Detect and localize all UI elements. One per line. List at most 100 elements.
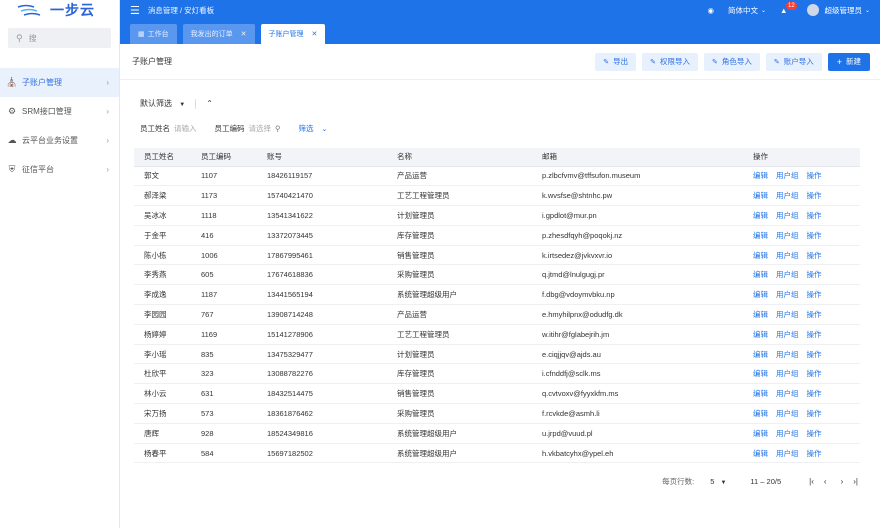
table-cell: 573	[191, 403, 257, 424]
collapse-icon[interactable]: ⌃	[206, 99, 213, 108]
tab-workbench[interactable]: ▦ 工作台	[130, 24, 177, 44]
language-selector[interactable]: 简体中文 ⌄	[728, 5, 766, 16]
user-group-link[interactable]: 用户组	[776, 290, 799, 299]
table-cell: 13475329477	[257, 344, 387, 365]
prev-page-icon[interactable]: ‹	[824, 477, 827, 486]
user-group-link[interactable]: 用户组	[776, 449, 799, 458]
user-group-link[interactable]: 用户组	[776, 429, 799, 438]
next-page-icon[interactable]: ›	[841, 477, 844, 486]
export-button[interactable]: ✎ 导出	[595, 52, 637, 71]
employee-code-field[interactable]: 员工编码 请选择 ⚲	[215, 123, 281, 134]
menu-toggle-icon[interactable]: ☰	[130, 4, 140, 17]
sidebar-item-credit-platform[interactable]: ⛨ 征信平台 ›	[0, 155, 119, 184]
close-icon[interactable]: ✕	[241, 30, 247, 38]
sidebar-menu: ⛪ 子账户管理 › ⚙ SRM接口管理 › ☁ 云平台业务设置 › ⛨ 征信平台…	[0, 68, 119, 184]
edit-link[interactable]: 编辑	[753, 389, 768, 398]
column-header[interactable]: 员工姓名	[134, 148, 191, 167]
user-group-link[interactable]: 用户组	[776, 409, 799, 418]
operate-link[interactable]: 操作	[807, 231, 822, 240]
import-accounts-button[interactable]: ✎ 账户导入	[765, 52, 822, 71]
shirt-icon[interactable]: ◉	[707, 6, 714, 15]
user-group-link[interactable]: 用户组	[776, 330, 799, 339]
edit-link[interactable]: 编辑	[753, 409, 768, 418]
filter-button[interactable]: 筛选 ⌄	[299, 123, 328, 134]
user-group-link[interactable]: 用户组	[776, 251, 799, 260]
sidebar-search-input[interactable]: ⚲ 搜	[8, 28, 111, 48]
edit-link[interactable]: 编辑	[753, 251, 768, 260]
operate-link[interactable]: 操作	[807, 251, 822, 260]
sidebar-item-cloud-settings[interactable]: ☁ 云平台业务设置 ›	[0, 126, 119, 155]
new-button[interactable]: + 新建	[827, 52, 870, 71]
notification-bell[interactable]: ▲ 12	[780, 1, 797, 15]
tab-sub-accounts[interactable]: 子账户管理 ✕	[260, 24, 326, 44]
table-row: 杨婷婷 1169 15141278906 工艺工程管理员 w.itihr@fglabej…	[134, 324, 860, 345]
interface-icon: ⚙	[7, 106, 17, 116]
tab-my-orders[interactable]: 我发出的订单 ✕	[182, 24, 255, 44]
operate-link[interactable]: 操作	[807, 171, 822, 180]
table-cell: 陈小栋	[134, 245, 191, 266]
column-header[interactable]: 邮箱	[532, 148, 743, 167]
operate-link[interactable]: 操作	[807, 409, 822, 418]
operate-link[interactable]: 操作	[807, 350, 822, 359]
edit-link[interactable]: 编辑	[753, 330, 768, 339]
button-label: 新建	[846, 57, 861, 66]
table-header-row: 员工姓名 员工编码 账号 名称 邮箱 操作	[134, 148, 860, 167]
sidebar-item-label: 征信平台	[22, 165, 54, 174]
edit-link[interactable]: 编辑	[753, 310, 768, 319]
user-group-link[interactable]: 用户组	[776, 369, 799, 378]
user-group-link[interactable]: 用户组	[776, 211, 799, 220]
table-cell: 323	[191, 363, 257, 385]
edit-link[interactable]: 编辑	[753, 191, 768, 200]
user-group-link[interactable]: 用户组	[776, 231, 799, 240]
user-group-link[interactable]: 用户组	[776, 350, 799, 359]
table-row: 吴冰冰 1118 13541341622 计划管理员 i.gpdlot@mur.pn 编辑…	[134, 205, 860, 226]
import-permissions-button[interactable]: ✎ 权限导入	[642, 52, 698, 71]
operate-link[interactable]: 操作	[807, 290, 822, 299]
column-header[interactable]: 名称	[387, 148, 532, 167]
user-group-link[interactable]: 用户组	[776, 270, 799, 279]
edit-link[interactable]: 编辑	[753, 171, 768, 180]
sidebar-item-label: 子账户管理	[22, 78, 62, 87]
edit-link[interactable]: 编辑	[753, 350, 768, 359]
edit-link[interactable]: 编辑	[753, 429, 768, 438]
page-size-select[interactable]: 5 ▼	[710, 477, 726, 486]
employee-name-field[interactable]: 员工姓名 请输入	[140, 123, 197, 134]
user-group-link[interactable]: 用户组	[776, 389, 799, 398]
operate-link[interactable]: 操作	[807, 211, 822, 220]
field-label: 员工姓名	[140, 124, 170, 133]
sidebar-item-sub-accounts[interactable]: ⛪ 子账户管理 ›	[0, 68, 119, 97]
operate-link[interactable]: 操作	[807, 270, 822, 279]
user-group-link[interactable]: 用户组	[776, 171, 799, 180]
close-icon[interactable]: ✕	[312, 30, 318, 38]
table-cell: 18361876462	[257, 403, 387, 424]
operate-link[interactable]: 操作	[807, 429, 822, 438]
accounts-table: 员工姓名 员工编码 账号 名称 邮箱 操作 郭文 1107 18426119157 产…	[134, 148, 860, 464]
column-header[interactable]: 员工编码	[191, 148, 257, 167]
user-menu[interactable]: 超级管理员 ⌄	[807, 4, 870, 16]
edit-link[interactable]: 编辑	[753, 449, 768, 458]
operate-link[interactable]: 操作	[807, 191, 822, 200]
column-header[interactable]: 账号	[257, 148, 387, 167]
user-group-link[interactable]: 用户组	[776, 310, 799, 319]
edit-link[interactable]: 编辑	[753, 270, 768, 279]
logo[interactable]: 一步云	[0, 0, 119, 20]
operate-link[interactable]: 操作	[807, 310, 822, 319]
operate-link[interactable]: 操作	[807, 369, 822, 378]
operate-link[interactable]: 操作	[807, 389, 822, 398]
search-icon: ⚲	[275, 124, 281, 133]
first-page-icon[interactable]: |‹	[809, 477, 814, 486]
edit-link[interactable]: 编辑	[753, 290, 768, 299]
table-row: 李园园 767 13908714248 产品运营 e.hmyhilpnx@odudfg.…	[134, 304, 860, 325]
sidebar-item-srm-interface[interactable]: ⚙ SRM接口管理 ›	[0, 97, 119, 126]
button-label: 权限导入	[659, 57, 690, 66]
edit-link[interactable]: 编辑	[753, 231, 768, 240]
table-cell: q.jtmd@lnulgugj.pr	[532, 264, 743, 286]
operate-link[interactable]: 操作	[807, 330, 822, 339]
last-page-icon[interactable]: ›|	[853, 477, 858, 486]
default-filter-dropdown[interactable]: 默认筛选 ▼	[140, 98, 185, 109]
edit-link[interactable]: 编辑	[753, 211, 768, 220]
operate-link[interactable]: 操作	[807, 449, 822, 458]
import-roles-button[interactable]: ✎ 角色导入	[703, 52, 760, 71]
edit-link[interactable]: 编辑	[753, 369, 768, 378]
user-group-link[interactable]: 用户组	[776, 191, 799, 200]
